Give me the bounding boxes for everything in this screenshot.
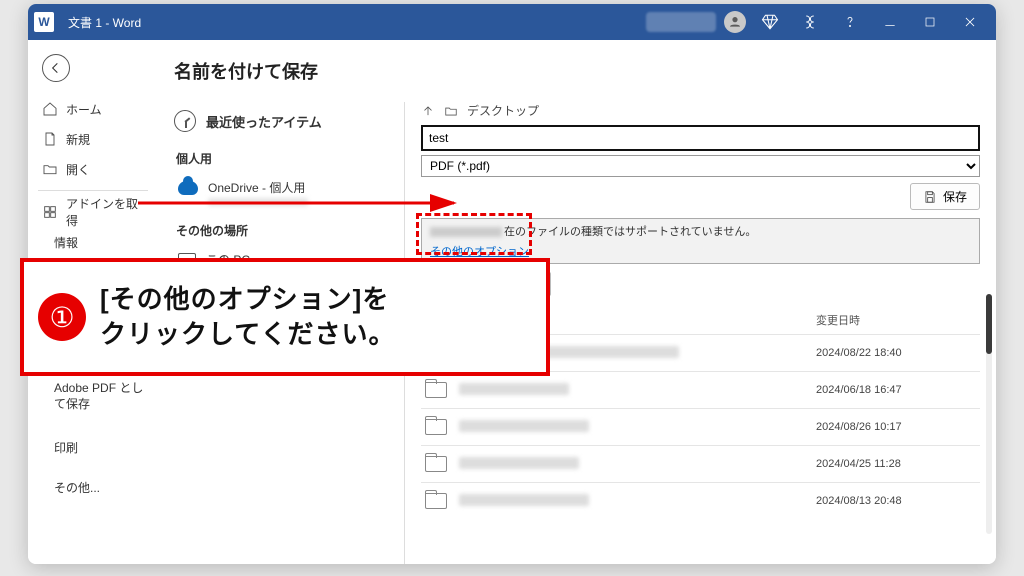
warning-text: 在のファイルの種類ではサポートされていません。 xyxy=(504,226,756,238)
col-date-header[interactable]: 変更日時 xyxy=(816,312,976,328)
close-button[interactable] xyxy=(950,4,990,40)
folder-icon xyxy=(425,419,447,435)
sidebar-adobe-label: Adobe PDF として保存 xyxy=(54,381,144,412)
file-date: 2024/08/26 10:17 xyxy=(816,421,976,433)
file-date: 2024/08/13 20:48 xyxy=(816,495,976,507)
sidebar-open[interactable]: 開く xyxy=(28,154,158,184)
sidebar-print[interactable]: 印刷 xyxy=(28,432,158,462)
scrollbar-thumb[interactable] xyxy=(986,294,992,354)
back-button[interactable] xyxy=(42,54,70,82)
file-date: 2024/04/25 11:28 xyxy=(816,458,976,470)
recent-items[interactable]: 最近使ったアイテム xyxy=(174,102,390,140)
list-item[interactable]: 2024/08/13 20:48 xyxy=(421,482,980,519)
save-button[interactable]: 保存 xyxy=(910,183,980,210)
document-icon xyxy=(42,131,58,147)
folder-open-icon xyxy=(42,161,58,177)
arrow-left-icon xyxy=(48,60,64,76)
clock-icon xyxy=(174,110,196,132)
account-avatar[interactable] xyxy=(724,11,746,33)
sidebar-separator xyxy=(38,190,148,191)
sidebar-info[interactable]: 情報 xyxy=(28,227,158,257)
sidebar-new[interactable]: 新規 xyxy=(28,124,158,154)
folder-icon xyxy=(425,382,447,398)
up-arrow-icon xyxy=(421,104,435,118)
breadcrumb-path: デスクトップ xyxy=(467,102,539,119)
scrollbar[interactable] xyxy=(986,294,992,534)
file-name-blur xyxy=(459,494,816,509)
list-item[interactable]: 2024/08/26 10:17 xyxy=(421,408,980,445)
sidebar-new-label: 新規 xyxy=(66,131,90,148)
help-button[interactable] xyxy=(830,4,870,40)
sidebar-adobe-pdf[interactable]: Adobe PDF として保存 xyxy=(28,377,158,416)
folder-icon xyxy=(443,104,459,118)
callout-text: [その他のオプション]をクリックしてください。 xyxy=(100,282,395,352)
other-options-link[interactable]: その他のオプション xyxy=(430,243,529,259)
save-icon xyxy=(923,190,937,204)
sidebar-home-label: ホーム xyxy=(66,101,102,118)
sidebar-print-label: 印刷 xyxy=(54,439,78,456)
file-date: 2024/08/22 18:40 xyxy=(816,347,976,359)
copilot-icon xyxy=(801,13,819,31)
file-date: 2024/06/18 16:47 xyxy=(816,384,976,396)
annotation-arrow xyxy=(138,200,438,202)
maximize-button[interactable] xyxy=(910,4,950,40)
premium-button[interactable] xyxy=(750,4,790,40)
page-title: 名前を付けて保存 xyxy=(174,58,980,84)
folder-icon xyxy=(425,456,447,472)
breadcrumb[interactable]: デスクトップ xyxy=(421,102,980,119)
save-button-label: 保存 xyxy=(943,188,967,205)
sidebar-addin-label: アドインを取得 xyxy=(66,195,144,229)
list-item[interactable]: 2024/04/25 11:28 xyxy=(421,445,980,482)
titlebar: W 文書 1 - Word xyxy=(28,4,996,40)
file-name-blur xyxy=(459,420,816,435)
recent-label: 最近使ったアイテム xyxy=(206,112,322,131)
addin-icon xyxy=(42,204,58,220)
cloud-icon xyxy=(178,181,198,195)
filename-input[interactable] xyxy=(421,125,980,151)
minimize-icon xyxy=(883,15,897,29)
diamond-icon xyxy=(761,13,779,31)
sidebar-info-label: 情報 xyxy=(54,234,78,251)
file-name-blur xyxy=(459,457,816,472)
close-icon xyxy=(963,15,977,29)
sidebar-home[interactable]: ホーム xyxy=(28,94,158,124)
callout-number: ① xyxy=(38,293,86,341)
home-icon xyxy=(42,101,58,117)
list-item[interactable]: 2024/06/18 16:47 xyxy=(421,371,980,408)
personal-section: 個人用 xyxy=(174,140,390,173)
copilot-button[interactable] xyxy=(790,4,830,40)
annotation-callout: ① [その他のオプション]をクリックしてください。 xyxy=(20,258,550,376)
folder-icon xyxy=(425,493,447,509)
minimize-button[interactable] xyxy=(870,4,910,40)
sidebar-open-label: 開く xyxy=(66,161,90,178)
maximize-icon xyxy=(924,16,936,28)
sidebar-other[interactable]: その他... xyxy=(28,472,158,502)
filetype-select[interactable]: PDF (*.pdf) xyxy=(421,155,980,177)
sidebar-other-label: その他... xyxy=(54,479,100,496)
file-name-blur xyxy=(459,383,816,398)
account-name-blur xyxy=(646,12,716,32)
person-icon xyxy=(728,15,742,29)
word-app-icon: W xyxy=(34,12,54,32)
window-title: 文書 1 - Word xyxy=(68,14,141,31)
onedrive-label: OneDrive - 個人用 xyxy=(208,179,308,196)
help-icon xyxy=(842,14,858,30)
